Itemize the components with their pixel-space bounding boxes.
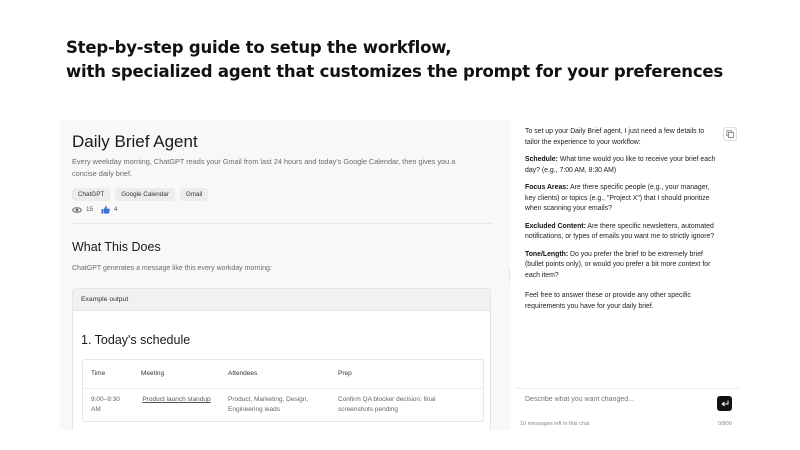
- agent-description: Every weekday morning, ChatGPT reads you…: [72, 157, 456, 178]
- messages-left: 10 messages left in this chat: [520, 421, 590, 427]
- column-header-attendees: Attendees: [228, 370, 258, 377]
- agent-stats: 15 4: [72, 205, 118, 214]
- app-frame: Daily Brief Agent Every weekday morning,…: [60, 120, 740, 430]
- example-heading: 1. Today's schedule: [81, 333, 191, 347]
- meeting-link[interactable]: Product launch standup: [133, 389, 220, 421]
- char-count: 0/800: [718, 421, 732, 427]
- tag-chatgpt[interactable]: ChatGPT: [72, 188, 111, 201]
- chat-composer: 10 messages left in this chat 0/800: [515, 388, 740, 430]
- send-button[interactable]: [717, 396, 732, 411]
- question-schedule: Schedule: What time would you like to re…: [525, 156, 716, 174]
- message-intro: To set up your Daily Brief agent, I just…: [525, 128, 705, 146]
- headline-line-1: Step-by-step guide to setup the workflow…: [66, 38, 452, 57]
- tag-gmail[interactable]: Gmail: [179, 188, 209, 201]
- chat-input[interactable]: [525, 396, 705, 403]
- tag-google-calendar[interactable]: Google Calendar: [115, 188, 175, 201]
- copy-icon: [726, 130, 734, 138]
- question-focus-areas: Focus Areas: Are there specific people (…: [525, 184, 710, 212]
- headline: Step-by-step guide to setup the workflow…: [66, 36, 766, 84]
- example-output-header: Example output: [73, 289, 490, 311]
- table-row: 9:00–9:30 AM Product launch standup Prod…: [83, 389, 483, 421]
- assistant-message: To set up your Daily Brief agent, I just…: [525, 127, 720, 319]
- headline-line-2: with specialized agent that customizes t…: [66, 62, 724, 81]
- table-header-row: Time Meeting Attendees Prep: [83, 360, 483, 389]
- column-header-time: Time: [91, 370, 106, 377]
- copy-button[interactable]: [723, 127, 737, 141]
- cell-time: 9:00–9:30 AM: [91, 396, 120, 413]
- column-header-meeting: Meeting: [141, 370, 165, 377]
- message-closing: Feel free to answer these or provide any…: [525, 292, 691, 310]
- cell-attendees: Product, Marketing, Design, Engineering …: [228, 396, 309, 413]
- section-title: What This Does: [72, 240, 161, 254]
- cell-prep: Confirm QA blocker decision; final scree…: [338, 396, 436, 413]
- view-count: 15: [86, 206, 94, 213]
- enter-arrow-icon: [721, 400, 728, 407]
- agent-title: Daily Brief Agent: [72, 132, 198, 151]
- eye-icon: [72, 206, 82, 214]
- schedule-table: Time Meeting Attendees Prep 9:00–9:30 AM…: [82, 359, 484, 422]
- question-tone-length: Tone/Length: Do you prefer the brief to …: [525, 250, 711, 279]
- like-count: 4: [114, 206, 118, 213]
- thumbs-up-icon[interactable]: [101, 205, 110, 214]
- section-description: ChatGPT generates a message like this ev…: [72, 265, 272, 272]
- resize-handle[interactable]: [509, 268, 513, 282]
- chat-panel: To set up your Daily Brief agent, I just…: [515, 120, 740, 430]
- example-output-card: Example output 1. Today's schedule Time …: [72, 288, 491, 430]
- column-header-prep: Prep: [338, 370, 352, 377]
- agent-detail-panel: Daily Brief Agent Every weekday morning,…: [60, 120, 510, 430]
- question-excluded-content: Excluded Content: Are there specific new…: [525, 222, 715, 241]
- divider: [72, 223, 492, 224]
- tag-list: ChatGPT Google Calendar Gmail: [72, 188, 209, 201]
